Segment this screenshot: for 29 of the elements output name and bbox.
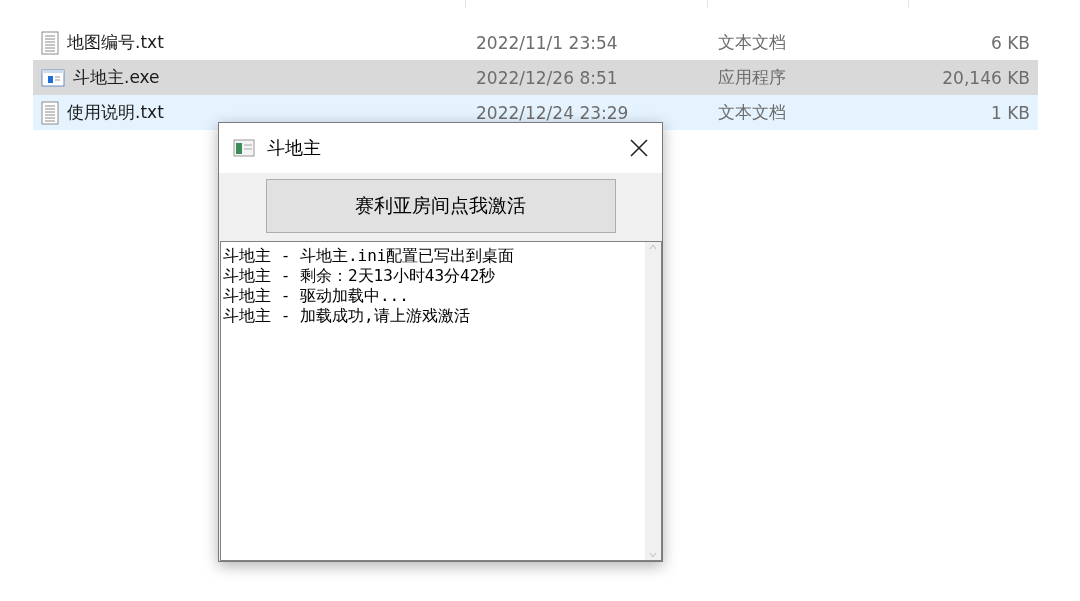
log-line: 斗地主 - 斗地主.ini配置已写出到桌面 [223,246,516,266]
window-icon [233,139,255,157]
close-icon[interactable] [628,137,650,159]
file-size: 1 KB [989,102,1031,123]
document-icon [41,30,59,55]
log-line: 斗地主 - 剩余：2天13小时43分42秒 [223,266,497,286]
scroll-down-icon[interactable] [648,550,658,560]
file-name: 使用说明.txt [67,101,164,124]
log-line: 斗地主 - 加载成功,请上游戏激活 [223,306,471,326]
file-date: 2022/12/24 23:29 [476,102,630,123]
file-row[interactable]: 斗地主.exe 2022/12/26 8:51 应用程序 20,146 KB [33,60,1038,95]
log-line: 斗地主 - 驱动加载中... [223,286,410,306]
file-row[interactable]: 使用说明.txt 2022/12/24 23:29 文本文档 1 KB [33,95,1038,130]
file-size: 20,146 KB [941,67,1031,88]
file-date: 2022/12/26 8:51 [476,67,619,88]
file-type: 应用程序 [718,66,787,89]
scroll-up-icon[interactable] [648,242,658,252]
application-icon [41,67,65,88]
file-name: 斗地主.exe [73,66,160,89]
file-name: 地图编号.txt [67,31,164,54]
file-date: 2022/11/1 23:54 [476,32,619,53]
document-icon [41,100,59,125]
file-type: 文本文档 [718,101,787,124]
file-row[interactable]: 地图编号.txt 2022/11/1 23:54 文本文档 6 KB [33,25,1038,60]
activate-button[interactable]: 赛利亚房间点我激活 [265,179,616,233]
file-size: 6 KB [989,32,1031,53]
window-title: 斗地主 [267,136,322,160]
file-type: 文本文档 [718,31,787,54]
scrollbar[interactable] [645,242,661,560]
